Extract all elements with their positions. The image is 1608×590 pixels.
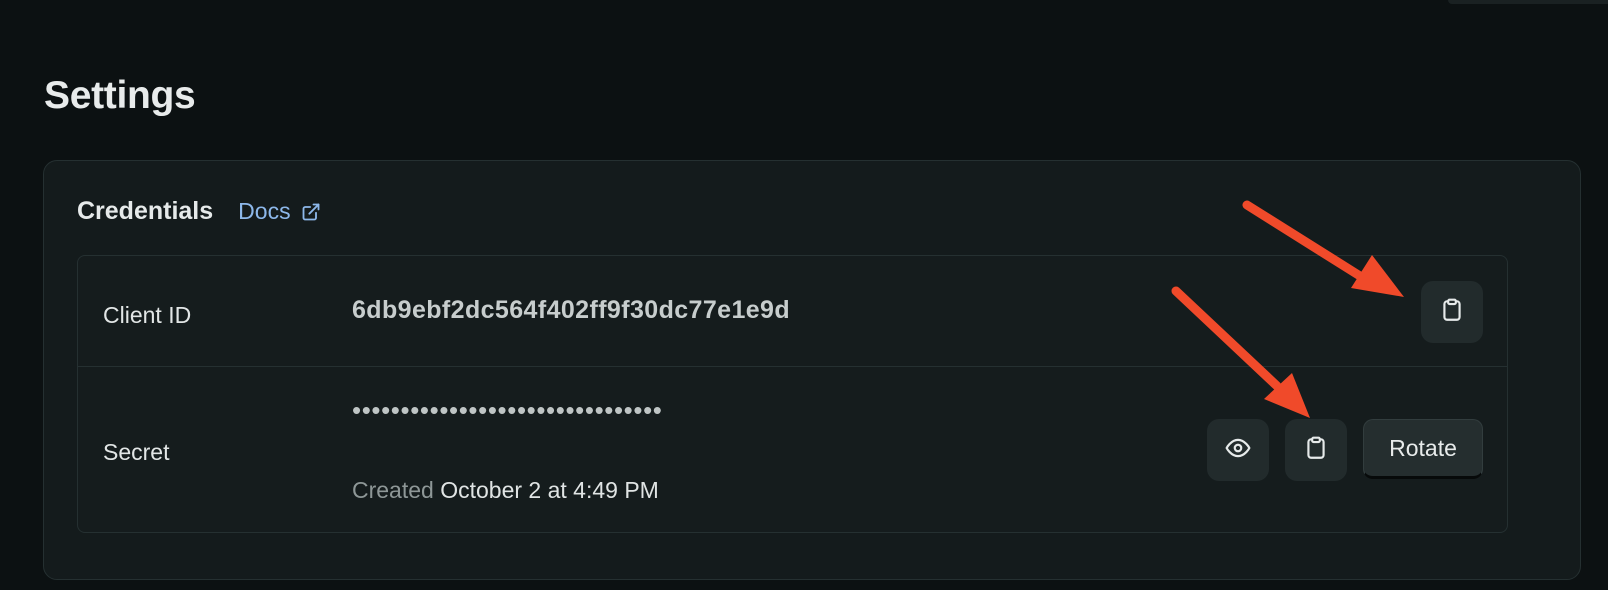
clipboard-icon — [1439, 297, 1465, 328]
client-id-label: Client ID — [103, 302, 192, 328]
credentials-panel: Credentials Docs Client ID 6db9ebf2dc564… — [43, 160, 1581, 580]
credentials-header: Credentials Docs — [77, 197, 321, 226]
secret-masked-value: •••••••••••••••••••••••••••••••• — [352, 395, 663, 425]
rotate-secret-button[interactable]: Rotate — [1363, 419, 1483, 479]
secret-row: Secret •••••••••••••••••••••••••••••••• … — [78, 367, 1507, 533]
credentials-title: Credentials — [77, 197, 214, 225]
created-label: Created — [352, 477, 434, 503]
page-title: Settings — [44, 74, 196, 117]
secret-label: Secret — [103, 439, 170, 465]
copy-secret-button[interactable] — [1285, 419, 1347, 481]
rotate-button-label: Rotate — [1389, 434, 1457, 461]
top-corner-element — [1448, 0, 1608, 4]
secret-created-line: Created October 2 at 4:49 PM — [352, 477, 659, 504]
reveal-secret-button[interactable] — [1207, 419, 1269, 481]
docs-link-label: Docs — [238, 198, 291, 224]
external-link-icon — [301, 202, 321, 222]
credentials-table: Client ID 6db9ebf2dc564f402ff9f30dc77e1e… — [77, 255, 1508, 533]
clipboard-icon — [1303, 435, 1329, 466]
settings-page: Settings Credentials Docs Client ID 6db9… — [0, 0, 1608, 590]
client-id-value: 6db9ebf2dc564f402ff9f30dc77e1e9d — [352, 296, 791, 324]
eye-icon — [1225, 435, 1251, 466]
copy-client-id-button[interactable] — [1421, 281, 1483, 343]
client-id-row: Client ID 6db9ebf2dc564f402ff9f30dc77e1e… — [78, 256, 1507, 367]
created-date: October 2 at 4:49 PM — [440, 477, 659, 503]
docs-link[interactable]: Docs — [238, 198, 320, 225]
